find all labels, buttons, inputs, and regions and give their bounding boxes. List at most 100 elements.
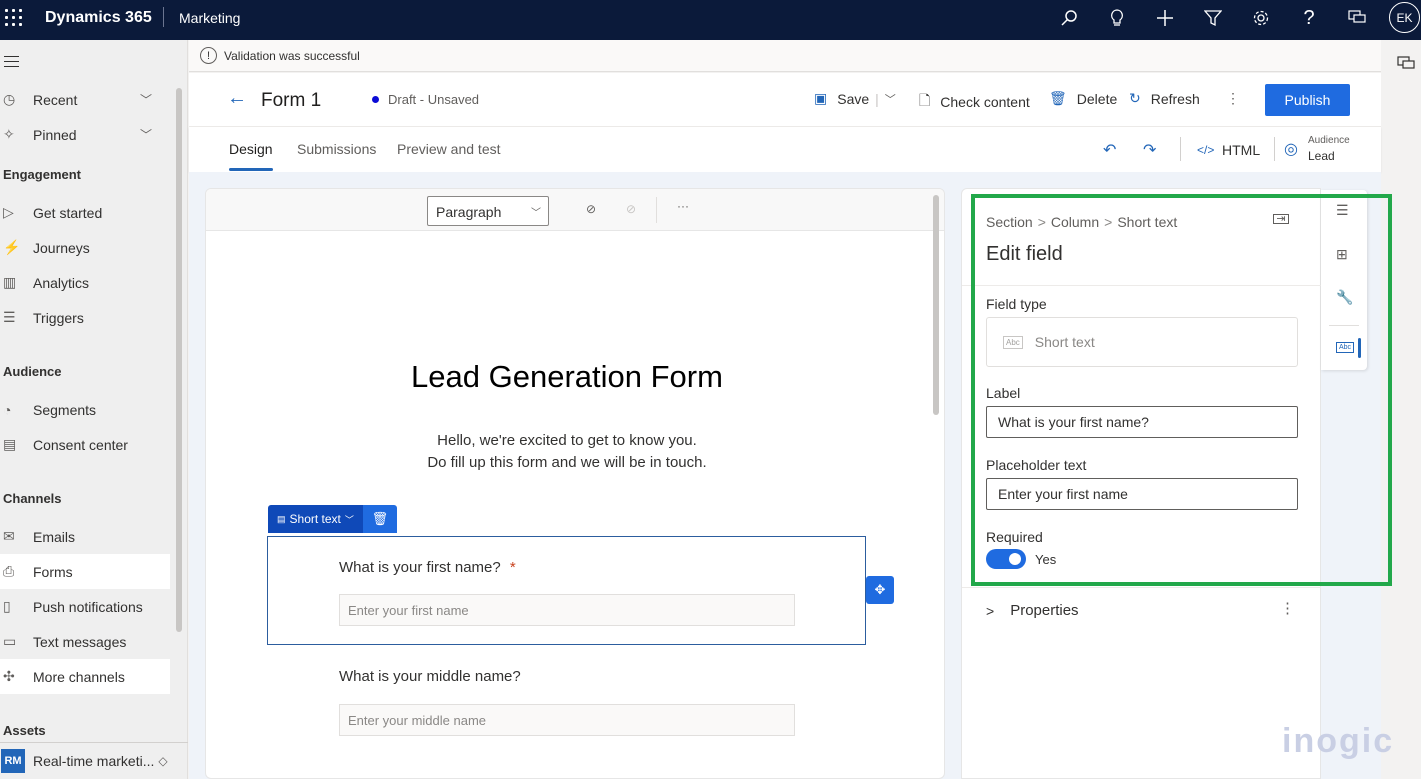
settings-icon[interactable]: [1250, 7, 1272, 29]
audience-value[interactable]: Lead: [1308, 149, 1335, 163]
group-assets: Assets: [3, 723, 46, 738]
properties-section[interactable]: > Properties: [986, 602, 1079, 619]
group-engagement: Engagement: [3, 167, 82, 182]
more-options-icon[interactable]: ···: [677, 199, 689, 213]
add-icon[interactable]: [1154, 7, 1176, 29]
more-options-icon[interactable]: ⋮: [1226, 90, 1240, 107]
add-element-icon[interactable]: ☰: [1336, 202, 1349, 219]
save-button[interactable]: ▣ Save | ﹀: [814, 90, 896, 107]
area-badge: RM: [1, 749, 25, 773]
sidebar-item-push-notifications[interactable]: ▯ Push notifications: [0, 589, 170, 624]
sms-icon: ▭: [3, 633, 17, 649]
sidebar-item-text-messages[interactable]: ▭ Text messages: [0, 624, 170, 659]
add-section-icon[interactable]: ⊞: [1336, 246, 1348, 263]
puzzle-icon: ✣: [3, 668, 15, 684]
info-icon: !: [200, 47, 217, 64]
tab-preview-and-test[interactable]: Preview and test: [397, 141, 501, 157]
sidebar-scrollbar[interactable]: [176, 88, 182, 632]
watermark-logo: inogic: [1282, 722, 1395, 760]
user-avatar[interactable]: EK: [1389, 2, 1420, 33]
field-type-label: Field type: [986, 296, 1047, 312]
canvas-scrollbar[interactable]: [933, 195, 939, 415]
sidebar-item-segments[interactable]: ◔ Segments: [0, 392, 170, 427]
app-name[interactable]: Marketing: [179, 10, 240, 26]
tab-submissions[interactable]: Submissions: [297, 141, 376, 157]
placeholder-input[interactable]: Enter your first name: [986, 478, 1298, 510]
delete-button[interactable]: 🗑 Delete: [1049, 90, 1117, 107]
sidebar-item-get-started[interactable]: ▷ Get started: [0, 195, 170, 230]
check-content-label: Check content: [940, 94, 1030, 110]
audience-label: Audience: [1308, 135, 1350, 146]
sidebar-item-analytics[interactable]: ▥ Analytics: [0, 265, 170, 300]
sidebar-item-label: Pinned: [33, 126, 77, 143]
check-content-button[interactable]: 🗋 Check content: [919, 90, 1030, 114]
paragraph-value: Paragraph: [436, 204, 502, 220]
link-icon[interactable]: ⊘: [586, 202, 596, 216]
sidebar-item-recent[interactable]: ◷ Recent ﹀: [0, 82, 170, 117]
validation-message: Validation was successful: [224, 48, 360, 63]
unlink-icon[interactable]: ⊘: [626, 202, 636, 216]
divider: [962, 587, 1321, 588]
sidebar-item-journeys[interactable]: ⚡ Journeys: [0, 230, 170, 265]
sidebar-item-pinned[interactable]: ✧ Pinned ﹀: [0, 117, 170, 152]
move-field-handle[interactable]: ✥: [866, 576, 894, 604]
required-toggle[interactable]: [986, 549, 1026, 569]
breadcrumb-section[interactable]: Section: [986, 214, 1033, 230]
up-down-chevron-icon: ◇: [158, 754, 168, 768]
paragraph-select[interactable]: Paragraph ﹀: [427, 196, 549, 226]
chevron-down-icon[interactable]: ﹀: [140, 126, 152, 143]
label-input[interactable]: What is your first name?: [986, 406, 1298, 438]
sidebar-item-label: Triggers: [33, 309, 84, 326]
textbox-icon: Abc: [1003, 335, 1023, 349]
field-properties-icon[interactable]: Abc: [1336, 342, 1355, 353]
form-description[interactable]: Hello, we're excited to get to know you.…: [206, 430, 928, 474]
chat-icon[interactable]: [1346, 7, 1368, 29]
breadcrumb-column[interactable]: Column: [1051, 214, 1099, 230]
redo-icon[interactable]: ↷: [1143, 140, 1156, 160]
page-title: Form 1: [261, 90, 322, 111]
help-icon[interactable]: ?: [1298, 7, 1320, 29]
back-arrow-icon[interactable]: ←: [227, 87, 247, 110]
top-bar: Dynamics 365 Marketing ? EK: [0, 0, 1421, 40]
first-name-input[interactable]: Enter your first name: [339, 594, 795, 626]
chevron-down-icon[interactable]: ﹀: [885, 91, 896, 107]
sidebar-item-emails[interactable]: ✉ Emails: [0, 519, 170, 554]
html-button[interactable]: HTML: [1222, 142, 1260, 158]
refresh-button[interactable]: ↻ Refresh: [1129, 90, 1200, 107]
tab-bar: Design Submissions Preview and test ↶ ↷ …: [189, 127, 1381, 172]
settings-wrench-icon[interactable]: 🔧: [1336, 289, 1353, 306]
middle-name-input[interactable]: Enter your middle name: [339, 704, 795, 736]
journeys-icon: ⚡: [3, 239, 21, 255]
filter-icon[interactable]: [1202, 7, 1224, 29]
chat-icon[interactable]: [1397, 56, 1415, 77]
sidebar-item-forms[interactable]: ⎙ Forms: [0, 554, 170, 589]
sidebar-item-more-channels[interactable]: ✣ More channels: [0, 659, 170, 694]
collapse-panel-icon[interactable]: ⇥: [1273, 214, 1289, 225]
edit-field-panel: Section > Column > Short text ⇥ Edit field F…: [961, 188, 1321, 779]
delete-field-button[interactable]: 🗑: [362, 505, 397, 533]
selected-field[interactable]: What is your first name? * Enter your fi…: [267, 536, 866, 645]
search-icon[interactable]: [1058, 7, 1080, 29]
form-icon: ⎙: [3, 563, 15, 579]
publish-button[interactable]: Publish: [1265, 84, 1350, 116]
hamburger-menu-icon[interactable]: [4, 56, 19, 71]
form-title[interactable]: Lead Generation Form: [206, 359, 928, 395]
chevron-right-icon: >: [986, 602, 995, 619]
field-type-chip-label: Short text: [289, 512, 341, 526]
required-state: Yes: [1035, 552, 1057, 567]
properties-label: Properties: [1010, 602, 1079, 619]
segments-icon: ◔: [3, 401, 12, 418]
app-launcher-icon[interactable]: [5, 9, 23, 27]
chevron-down-icon[interactable]: ﹀: [140, 91, 152, 108]
tab-design[interactable]: Design: [229, 141, 273, 157]
description-line: Hello, we're excited to get to know you.: [437, 432, 697, 449]
mail-icon: ✉: [3, 528, 15, 544]
lightbulb-icon[interactable]: [1106, 7, 1128, 29]
sidebar-item-consent-center[interactable]: ▤ Consent center: [0, 427, 170, 462]
sidebar-item-triggers[interactable]: ☰ Triggers: [0, 300, 170, 335]
area-switcher[interactable]: RM Real-time marketi... ◇: [0, 742, 188, 779]
field-type-dropdown[interactable]: ▤ Short text ﹀: [268, 505, 363, 533]
brand-name[interactable]: Dynamics 365: [45, 9, 152, 27]
more-options-icon[interactable]: ⋮: [1280, 599, 1295, 617]
undo-icon[interactable]: ↶: [1103, 140, 1116, 160]
